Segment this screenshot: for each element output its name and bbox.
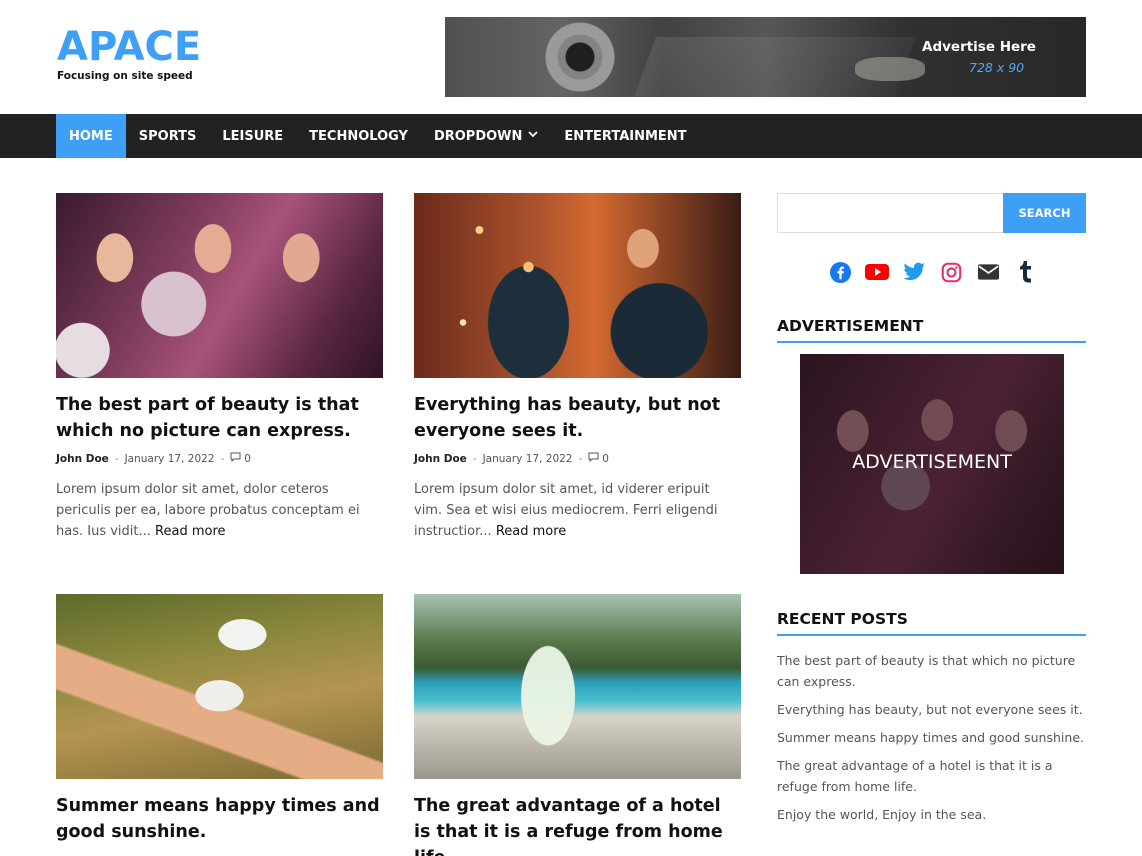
comment-icon [230, 452, 241, 465]
post-card: The great advantage of a hotel is that i… [414, 594, 741, 856]
twitter-icon[interactable] [902, 260, 926, 284]
post-author[interactable]: John Doe [414, 453, 467, 465]
post-author[interactable]: John Doe [56, 453, 109, 465]
recent-post-link[interactable]: Enjoy the world, Enjoy in the sea. [777, 804, 1086, 825]
search-button[interactable]: SEARCH [1003, 193, 1086, 233]
nav-item-label: LEISURE [222, 128, 284, 144]
post-card: Everything has beauty, but not everyone … [414, 193, 741, 542]
site-logo[interactable]: APACE Focusing on site speed [57, 26, 201, 82]
site-tagline: Focusing on site speed [57, 70, 193, 82]
post-excerpt: Lorem ipsum dolor sit amet, dolor cetero… [56, 479, 383, 542]
nav-item-label: SPORTS [138, 128, 197, 144]
header-ad-banner[interactable]: Advertise Here 728 x 90 [445, 17, 1086, 97]
read-more-link[interactable]: Read more [155, 524, 225, 539]
recent-post-link[interactable]: Summer means happy times and good sunshi… [777, 727, 1086, 748]
post-thumbnail[interactable] [414, 594, 741, 779]
nav-item-label: TECHNOLOGY [309, 128, 408, 144]
post-card: The best part of beauty is that which no… [56, 193, 383, 542]
ad-banner-size: 728 x 90 [969, 60, 1025, 75]
recent-posts-list: The best part of beauty is that which no… [777, 650, 1086, 832]
chevron-down-icon [528, 131, 539, 141]
post-title[interactable]: Summer means happy times and good sunshi… [56, 793, 383, 845]
post-date[interactable]: January 17, 2022 [483, 453, 573, 465]
comment-count[interactable]: 0 [244, 453, 251, 465]
recent-post-link[interactable]: The best part of beauty is that which no… [777, 650, 1086, 692]
search-form: SEARCH [777, 193, 1086, 233]
facebook-icon[interactable] [828, 260, 852, 284]
youtube-icon[interactable] [865, 260, 889, 284]
banner-overlay [445, 17, 1086, 97]
recent-post-link[interactable]: The great advantage of a hotel is that i… [777, 755, 1086, 797]
comment-icon [588, 452, 599, 465]
nav-item-home[interactable]: HOME [56, 114, 126, 158]
tumblr-icon[interactable] [1013, 260, 1037, 284]
nav-item-label: ENTERTAINMENT [564, 128, 687, 144]
search-input[interactable] [777, 193, 1003, 233]
post-title[interactable]: Everything has beauty, but not everyone … [414, 392, 741, 444]
nav-item-sports[interactable]: SPORTS [126, 114, 210, 158]
main-navigation: HOME SPORTS LEISURE TECHNOLOGY DROPDOWN … [0, 114, 1142, 158]
site-header: APACE Focusing on site speed Advertise H… [0, 0, 1142, 114]
ad-banner-title: Advertise Here [922, 39, 1036, 55]
post-thumbnail[interactable] [414, 193, 741, 378]
social-links [828, 260, 1037, 284]
meta-separator: - [220, 452, 225, 465]
ad-box-text: ADVERTISEMENT [852, 451, 1012, 473]
email-icon[interactable] [976, 260, 1000, 284]
instagram-icon[interactable] [939, 260, 963, 284]
post-excerpt: Lorem ipsum dolor sit amet, id viderer e… [414, 479, 741, 542]
recent-post-link[interactable]: Everything has beauty, but not everyone … [777, 699, 1086, 720]
sidebar-ad-box[interactable]: ADVERTISEMENT [800, 354, 1064, 574]
post-thumbnail[interactable] [56, 594, 383, 779]
site-title[interactable]: APACE [57, 26, 201, 68]
meta-separator: - [578, 452, 583, 465]
post-title[interactable]: The best part of beauty is that which no… [56, 392, 383, 444]
nav-item-label: HOME [69, 128, 113, 144]
meta-separator: - [472, 452, 477, 465]
nav-item-leisure[interactable]: LEISURE [209, 114, 296, 158]
recent-posts-widget-title: RECENT POSTS [777, 610, 1086, 636]
post-meta: John Doe - January 17, 2022 - 0 [56, 452, 383, 465]
meta-separator: - [114, 452, 119, 465]
read-more-link[interactable]: Read more [496, 524, 566, 539]
nav-menu: HOME SPORTS LEISURE TECHNOLOGY DROPDOWN … [56, 114, 700, 158]
nav-item-label: DROPDOWN [433, 128, 523, 144]
comment-count[interactable]: 0 [602, 453, 609, 465]
post-meta: John Doe - January 17, 2022 - 0 [414, 452, 741, 465]
nav-item-entertainment[interactable]: ENTERTAINMENT [551, 114, 699, 158]
post-title[interactable]: The great advantage of a hotel is that i… [414, 793, 741, 856]
advertisement-widget-title: ADVERTISEMENT [777, 317, 1086, 343]
post-thumbnail[interactable] [56, 193, 383, 378]
nav-item-technology[interactable]: TECHNOLOGY [296, 114, 421, 158]
post-date[interactable]: January 17, 2022 [125, 453, 215, 465]
post-card: Summer means happy times and good sunshi… [56, 594, 383, 845]
nav-item-dropdown[interactable]: DROPDOWN [421, 114, 551, 158]
